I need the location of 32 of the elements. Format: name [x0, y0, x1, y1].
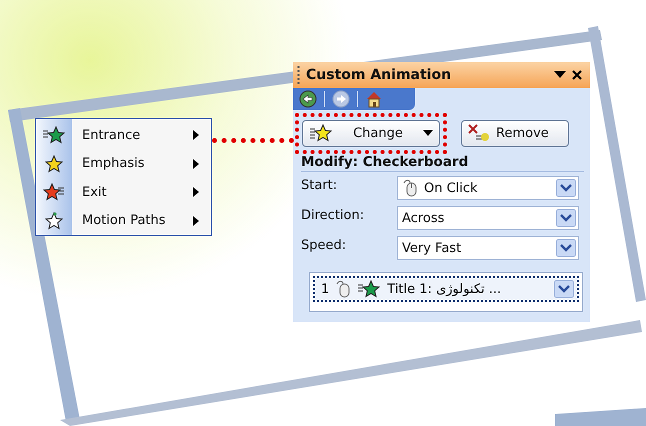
submenu-arrow-icon: [193, 158, 199, 169]
entrance-star-icon: [357, 279, 382, 299]
entrance-star-icon: [42, 125, 66, 146]
emphasis-star-icon: [42, 154, 66, 174]
dropdown-field[interactable]: On Click: [397, 176, 579, 200]
grip-icon: [297, 66, 300, 84]
mouse-icon: [402, 179, 418, 197]
change-button[interactable]: Change: [302, 120, 440, 146]
field-label: Direction:: [301, 207, 366, 223]
menu-item[interactable]: Exit: [36, 178, 211, 206]
home-icon[interactable]: [365, 90, 383, 108]
menu-item[interactable]: Emphasis: [36, 150, 211, 178]
menu-item[interactable]: Entrance: [36, 121, 211, 150]
exit-star-icon: [42, 182, 66, 202]
close-icon[interactable]: [572, 70, 582, 80]
menu-item[interactable]: Motion Paths: [36, 206, 211, 235]
dropdown-field[interactable]: Across: [397, 206, 579, 230]
star-outline-icon: [42, 210, 66, 231]
caret-icon: [423, 130, 433, 136]
star-icon: [309, 123, 333, 143]
dropdown-field[interactable]: Very Fast: [397, 236, 579, 260]
remove-x-icon: [468, 124, 490, 142]
mouse-icon: [335, 280, 352, 298]
field-label: Start:: [301, 177, 338, 193]
submenu-arrow-icon: [193, 216, 199, 226]
field-label: Speed:: [301, 237, 348, 253]
pane-title: Custom Animation: [306, 67, 452, 83]
section-heading: Modify: Checkerboard: [301, 154, 584, 172]
remove-button[interactable]: Remove: [461, 120, 569, 146]
submenu-arrow-icon: [193, 130, 199, 140]
submenu-arrow-icon: [193, 187, 199, 198]
dropdown-arrow-icon[interactable]: [554, 71, 566, 79]
